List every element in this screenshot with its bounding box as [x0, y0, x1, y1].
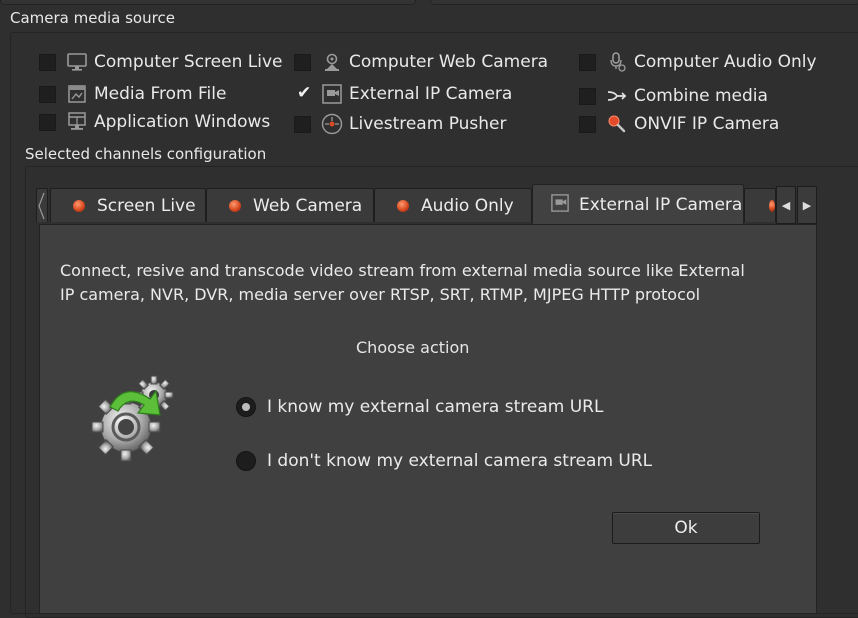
option-dont-know-url[interactable]: I don't know my external camera stream U…	[236, 449, 652, 473]
tab-screen-live[interactable]: Screen Live	[50, 188, 206, 222]
camera-media-source-title: Camera media source	[10, 9, 175, 27]
radio-button[interactable]	[236, 397, 256, 417]
source-combine-media[interactable]: Combine media	[579, 84, 768, 108]
tab-scroll-right-button[interactable]: ▶	[797, 186, 817, 224]
checkbox[interactable]	[579, 115, 596, 133]
checkbox[interactable]	[579, 53, 596, 71]
source-computer-audio-only[interactable]: Computer Audio Only	[579, 50, 817, 74]
chevron-right-icon: ▶	[802, 198, 812, 212]
checkbox[interactable]	[294, 115, 311, 133]
onvif-search-icon	[606, 113, 628, 135]
source-computer-web-camera[interactable]: Computer Web Camera	[294, 50, 548, 74]
ip-camera-icon	[321, 83, 343, 105]
microphone-icon	[606, 51, 628, 73]
tab-web-camera[interactable]: Web Camera	[206, 188, 374, 222]
choose-action-label: Choose action	[356, 338, 470, 357]
tab-bar: Screen Live Web Camera Audio Only Extern…	[36, 184, 818, 224]
ok-button[interactable]: Ok	[612, 512, 760, 544]
media-file-icon	[66, 83, 88, 105]
checkbox[interactable]	[579, 87, 596, 105]
panel-description: Connect, resive and transcode video stre…	[60, 261, 745, 304]
app-windows-icon	[66, 111, 88, 133]
checkbox[interactable]	[39, 113, 56, 131]
chevron-left-icon: ◀	[781, 198, 791, 212]
tab-partial-next[interactable]	[744, 188, 776, 222]
monitor-icon	[66, 51, 88, 73]
upper-frame-left	[0, 0, 416, 5]
checkbox[interactable]	[294, 83, 311, 103]
source-computer-screen-live[interactable]: Computer Screen Live	[39, 50, 282, 74]
tab-overflow-icon	[38, 192, 45, 219]
tab-external-ip-camera[interactable]: External IP Camera	[532, 184, 744, 224]
source-application-windows[interactable]: Application Windows	[39, 110, 270, 134]
upper-frame-right	[430, 0, 858, 5]
status-dot-icon	[73, 199, 85, 212]
source-livestream-pusher[interactable]: Livestream Pusher	[294, 112, 507, 136]
ip-camera-icon	[551, 193, 569, 216]
radio-button[interactable]	[236, 451, 256, 471]
channels-config-title: Selected channels configuration	[25, 145, 267, 163]
tab-audio-only[interactable]: Audio Only	[374, 188, 532, 222]
external-ip-camera-panel: Connect, resive and transcode video stre…	[39, 224, 817, 614]
webcam-icon	[321, 51, 343, 73]
checkbox[interactable]	[39, 85, 56, 103]
option-know-url[interactable]: I know my external camera stream URL	[236, 395, 603, 419]
checkbox[interactable]	[39, 53, 56, 71]
status-dot-icon	[229, 199, 241, 212]
gear-arrow-icon	[88, 371, 180, 467]
checkbox[interactable]	[294, 53, 311, 71]
combine-icon	[606, 85, 628, 107]
tab-scroll-left-button[interactable]: ◀	[776, 186, 796, 224]
status-dot-icon	[769, 199, 775, 212]
source-onvif-ip-camera[interactable]: ONVIF IP Camera	[579, 112, 779, 136]
source-external-ip-camera[interactable]: External IP Camera	[294, 82, 512, 106]
tab-overflow-left[interactable]	[36, 188, 48, 222]
status-dot-icon	[397, 199, 409, 212]
livestream-icon	[321, 113, 343, 135]
source-media-from-file[interactable]: Media From File	[39, 82, 226, 106]
